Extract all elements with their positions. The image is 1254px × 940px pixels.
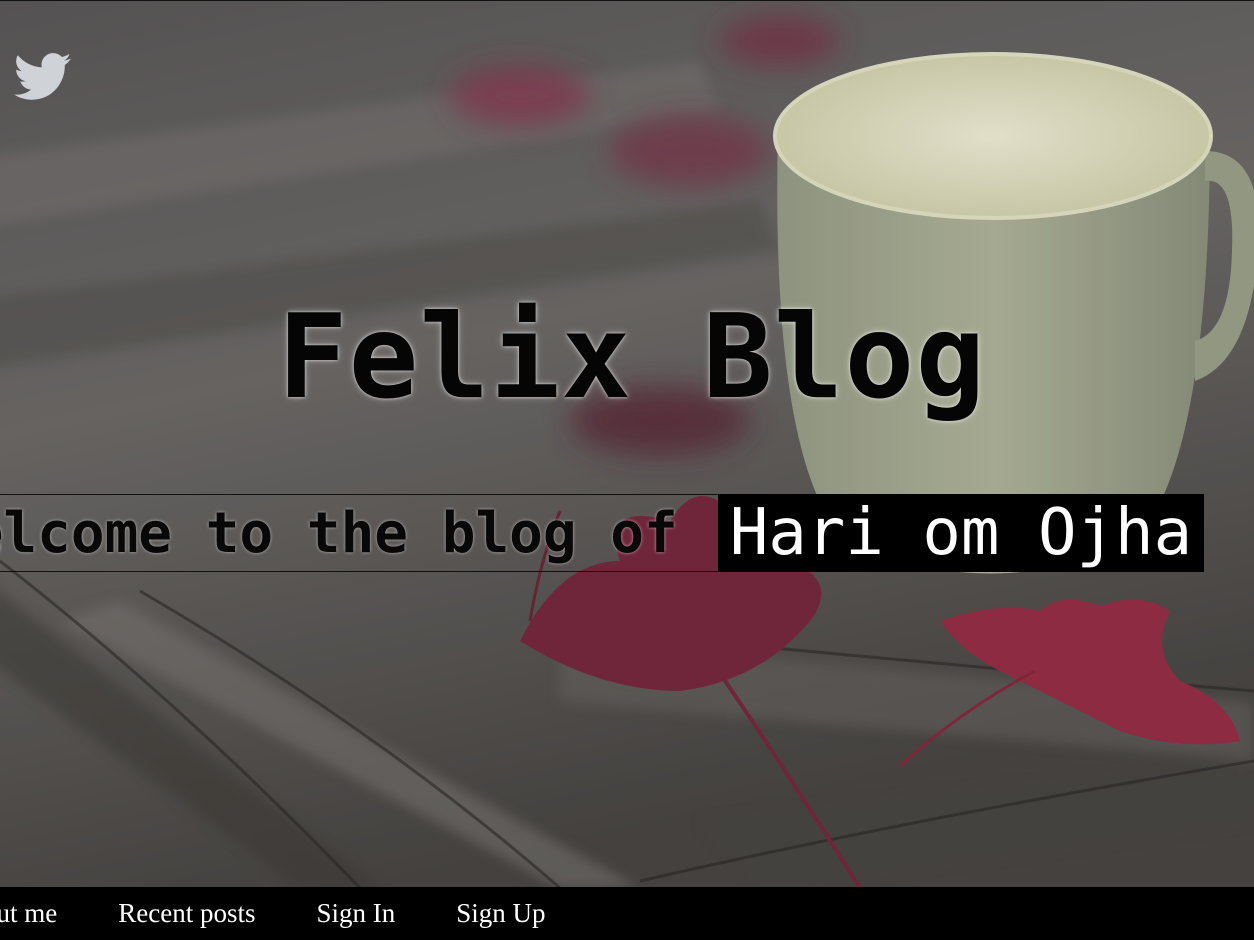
twitter-icon[interactable] xyxy=(14,51,72,103)
nav-item-recent-posts[interactable]: Recent posts xyxy=(118,898,255,929)
nav-menu: About me Recent posts Sign In Sign Up xyxy=(0,887,607,940)
author-name: Hari om Ojha xyxy=(717,494,1205,572)
hero-section: Felix Blog Welcome to the blog of Hari o… xyxy=(0,0,1254,887)
nav-item-sign-up[interactable]: Sign Up xyxy=(456,898,545,929)
hero-background-image xyxy=(0,1,1254,887)
nav-item-sign-in[interactable]: Sign In xyxy=(316,898,395,929)
blog-title: Felix Blog xyxy=(277,290,987,425)
welcome-banner: Welcome to the blog of Hari om Ojha xyxy=(0,494,1205,572)
bottom-nav-bar: About me Recent posts Sign In Sign Up xyxy=(0,887,1254,940)
welcome-text: Welcome to the blog of xyxy=(0,494,718,572)
nav-item-about-me[interactable]: About me xyxy=(0,898,57,929)
